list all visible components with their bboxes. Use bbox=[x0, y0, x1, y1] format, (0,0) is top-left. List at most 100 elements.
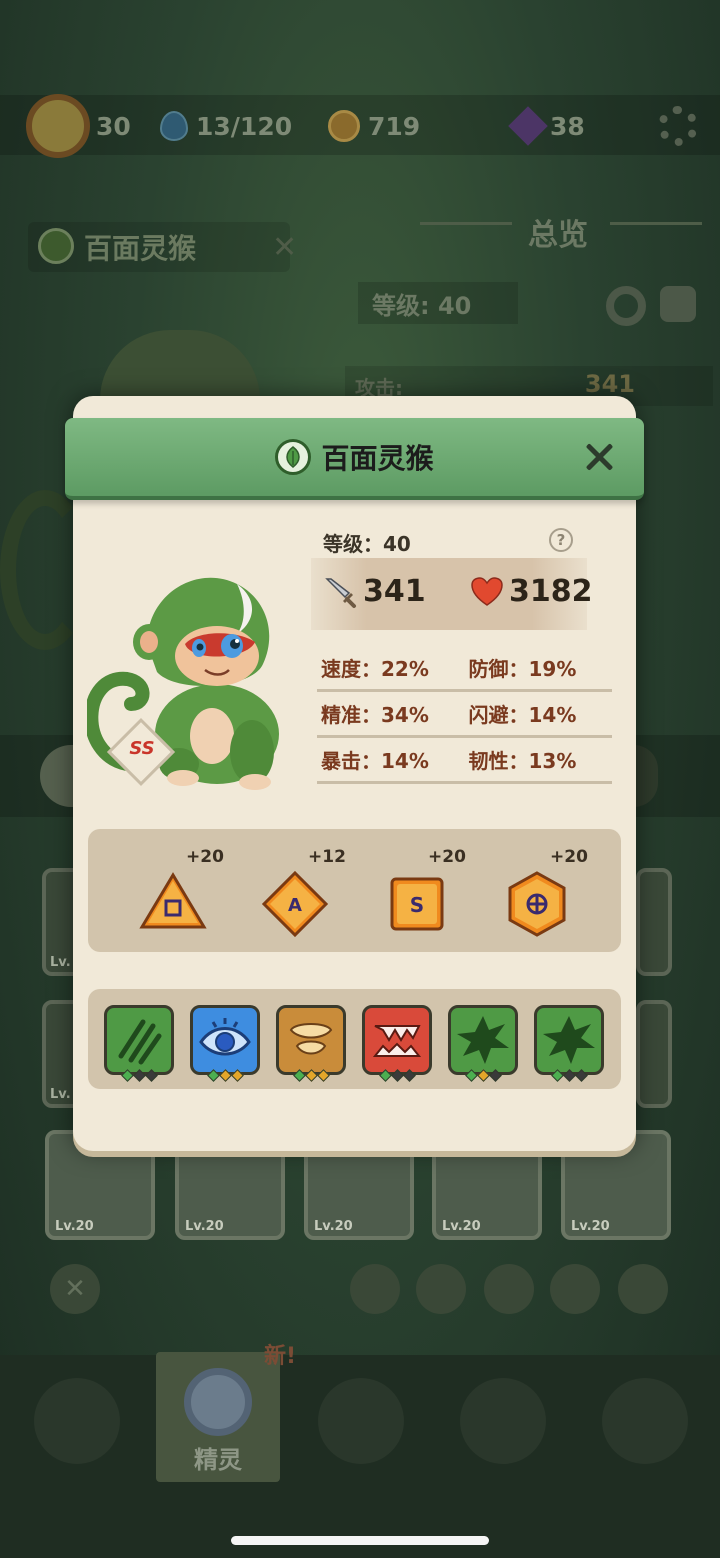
bg-lock-icon bbox=[660, 286, 696, 322]
skill-rank-dots bbox=[276, 1069, 346, 1082]
bg-leaf-filter-icon bbox=[484, 1264, 534, 1314]
bg-attack-value: 341 bbox=[584, 370, 635, 398]
nav-battle-icon bbox=[34, 1378, 120, 1464]
spiked-blob-icon[interactable] bbox=[448, 1005, 518, 1075]
rune-letter: A bbox=[288, 895, 302, 916]
defense-stat: 防御：19% bbox=[468, 657, 577, 681]
diamond-rune-icon[interactable]: A bbox=[260, 869, 330, 939]
bg-side-card bbox=[636, 1000, 672, 1108]
bg-card-level: Lv.20 bbox=[185, 1219, 224, 1234]
skill-rank-dots bbox=[104, 1069, 174, 1082]
stat-row: 精准：34% 闪避：14% bbox=[317, 692, 612, 738]
toughness-stat: 韧性：13% bbox=[468, 749, 577, 773]
bg-clear-filter-icon: ✕ bbox=[50, 1264, 100, 1314]
skill-panel bbox=[88, 989, 621, 1089]
eye-icon[interactable] bbox=[190, 1005, 260, 1075]
rank-dot bbox=[464, 1069, 478, 1082]
stat-row: 速度：22% 防御：19% bbox=[317, 646, 612, 692]
gem-icon bbox=[508, 106, 548, 146]
rank-label: SS bbox=[129, 738, 155, 759]
sub-stats-table: 速度：22% 防御：19% 精准：34% 闪避：14% 暴击：14% 韧性：13… bbox=[317, 646, 612, 784]
help-icon[interactable]: ? bbox=[549, 528, 573, 552]
rank-dot bbox=[562, 1069, 576, 1082]
bg-earth-filter-icon bbox=[550, 1264, 600, 1314]
bg-leaf-icon bbox=[38, 228, 74, 264]
rune-bonus: +12 bbox=[308, 847, 346, 867]
player-avatar[interactable] bbox=[26, 94, 90, 158]
nav-map-icon bbox=[318, 1378, 404, 1464]
crit-stat: 暴击：14% bbox=[321, 749, 429, 773]
player-level-value: 30 bbox=[96, 111, 131, 141]
stat-row: 暴击：14% 韧性：13% bbox=[317, 738, 612, 784]
rank-dot bbox=[292, 1069, 306, 1082]
gem-resource: 38 bbox=[508, 106, 585, 146]
rune-bonus: +20 bbox=[550, 847, 588, 867]
bg-card-level: Lv. bbox=[50, 1087, 71, 1102]
nav-spirit-icon bbox=[184, 1368, 252, 1436]
water-drop-icon bbox=[160, 111, 188, 141]
accuracy-stat: 精准：34% bbox=[321, 703, 429, 727]
bg-lightning-filter-icon bbox=[618, 1264, 668, 1314]
rune-bonus: +20 bbox=[186, 847, 224, 867]
nav-bag-icon bbox=[460, 1378, 546, 1464]
dialog-header: 百面灵猴 bbox=[65, 418, 644, 500]
fangs-icon[interactable] bbox=[362, 1005, 432, 1075]
rank-dot bbox=[206, 1069, 220, 1082]
close-icon[interactable] bbox=[582, 440, 616, 474]
rank-dot bbox=[218, 1069, 232, 1082]
rune-letter: S bbox=[410, 893, 424, 917]
rune-bonus: +20 bbox=[428, 847, 466, 867]
claw-slash-icon[interactable] bbox=[104, 1005, 174, 1075]
bg-arrow-right-icon bbox=[610, 222, 702, 240]
rank-dot bbox=[488, 1069, 502, 1082]
dialog-title: 百面灵猴 bbox=[321, 442, 434, 475]
level-label: 等级：40 bbox=[323, 532, 411, 556]
square-rune-icon[interactable]: S bbox=[382, 869, 452, 939]
gem-value: 38 bbox=[550, 111, 585, 141]
bg-card-level: Lv. bbox=[50, 955, 71, 970]
rank-dot bbox=[144, 1069, 158, 1082]
bg-close-icon: ✕ bbox=[272, 230, 298, 265]
rank-dot bbox=[550, 1069, 564, 1082]
rank-dot bbox=[304, 1069, 318, 1082]
rank-dot bbox=[230, 1069, 244, 1082]
rank-dot bbox=[378, 1069, 392, 1082]
skill-rank-dots bbox=[534, 1069, 604, 1082]
player-level: 30 bbox=[96, 106, 131, 146]
heart-icon bbox=[471, 576, 503, 606]
rank-dot bbox=[132, 1069, 146, 1082]
coin-icon bbox=[328, 110, 360, 142]
triangle-rune-icon[interactable] bbox=[138, 869, 208, 939]
bg-level-label: 等级: 40 bbox=[358, 282, 518, 324]
hp-stat: 3182 bbox=[471, 574, 593, 609]
bg-fire-filter-icon bbox=[350, 1264, 400, 1314]
bg-arrow-left-icon bbox=[420, 222, 512, 240]
skill-rank-dots bbox=[448, 1069, 518, 1082]
bg-card-level: Lv.20 bbox=[314, 1219, 353, 1234]
grass-element-icon bbox=[275, 439, 312, 475]
water-value: 13/120 bbox=[196, 111, 293, 141]
skill-rank-dots bbox=[362, 1069, 432, 1082]
settings-gear-icon[interactable] bbox=[658, 106, 698, 146]
home-indicator[interactable] bbox=[231, 1536, 489, 1545]
rank-dot bbox=[120, 1069, 134, 1082]
bg-overview-title: 总览 bbox=[528, 218, 588, 253]
bg-card-level: Lv.20 bbox=[571, 1219, 610, 1234]
bg-card-level: Lv.20 bbox=[55, 1219, 94, 1234]
hp-value: 3182 bbox=[509, 574, 593, 609]
spiked-blob-icon[interactable] bbox=[534, 1005, 604, 1075]
water-resource: 13/120 bbox=[160, 106, 292, 146]
coin-value: 719 bbox=[368, 111, 421, 141]
hexagon-rune-icon[interactable] bbox=[502, 869, 572, 939]
coin-resource: 719 bbox=[328, 106, 420, 146]
rune-panel: +20 +12 A +20 S +20 bbox=[88, 829, 621, 952]
rank-dot bbox=[574, 1069, 588, 1082]
attack-value: 341 bbox=[363, 574, 426, 609]
rank-dot bbox=[476, 1069, 490, 1082]
bg-ice-filter-icon bbox=[416, 1264, 466, 1314]
evasion-stat: 闪避：14% bbox=[468, 703, 577, 727]
rank-dot bbox=[316, 1069, 330, 1082]
bg-side-card bbox=[636, 868, 672, 976]
bg-card-level: Lv.20 bbox=[442, 1219, 481, 1234]
bowl-icon[interactable] bbox=[276, 1005, 346, 1075]
